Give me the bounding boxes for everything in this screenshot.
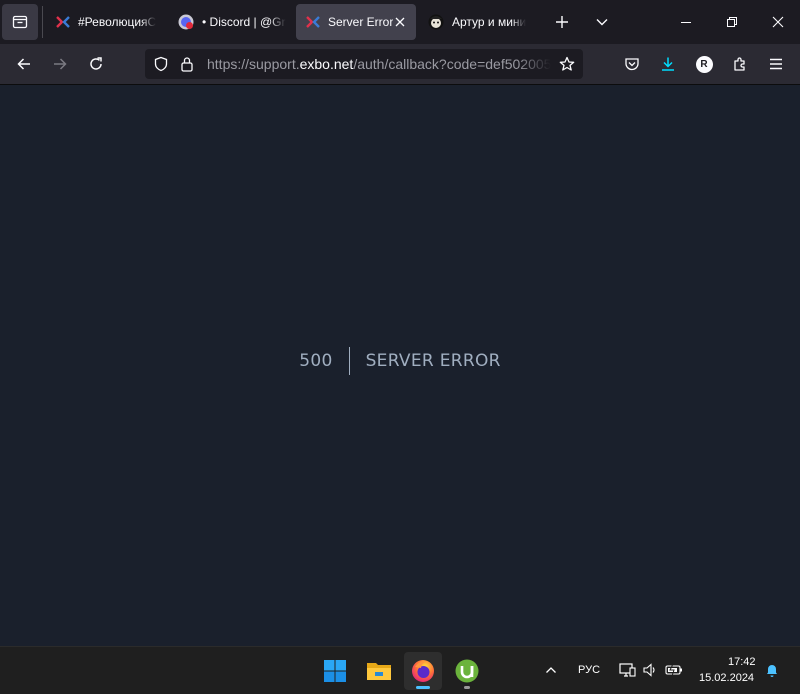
forward-button[interactable] xyxy=(44,49,76,79)
clock-date[interactable]: 15.02.2024 xyxy=(699,672,754,684)
close-icon xyxy=(772,16,784,28)
url-path: /auth/callback?code=def502005 xyxy=(353,56,551,72)
close-window-button[interactable] xyxy=(760,6,796,38)
close-icon xyxy=(395,17,405,27)
hamburger-icon xyxy=(770,58,782,70)
menu-button[interactable] xyxy=(762,50,790,78)
firefox-view-button[interactable] xyxy=(2,4,38,40)
profile-avatar: R xyxy=(695,55,713,73)
avatar-icon xyxy=(428,14,444,30)
speaker-icon xyxy=(643,663,655,677)
profile-initial: R xyxy=(700,58,708,70)
exbo-logo-icon xyxy=(306,16,320,28)
star-icon xyxy=(559,56,575,71)
url-host: exbo.net xyxy=(299,56,354,72)
minimize-button[interactable] xyxy=(668,6,704,38)
utorrent-icon xyxy=(455,659,479,683)
lock-icon xyxy=(181,57,193,72)
windows-logo-icon xyxy=(324,660,346,682)
exbo-logo-icon xyxy=(56,16,70,28)
tab-title: Артур и мини xyxy=(452,15,527,29)
running-indicator xyxy=(464,686,470,689)
tab-title: Server Error xyxy=(328,15,394,29)
chevron-up-icon xyxy=(546,667,556,673)
reload-icon xyxy=(90,57,102,70)
show-hidden-icons-button[interactable] xyxy=(540,659,562,681)
clock-time[interactable]: 17:42 xyxy=(728,656,756,668)
reload-button[interactable] xyxy=(80,49,112,79)
firefox-taskbar-button[interactable] xyxy=(404,652,442,690)
folder-icon xyxy=(367,663,391,680)
tab-discord[interactable]: • Discord | @Gr xyxy=(168,4,290,40)
error-text: Server Error xyxy=(365,351,501,371)
network-icon xyxy=(619,663,636,677)
minimize-icon xyxy=(681,22,691,23)
start-button[interactable] xyxy=(316,652,354,690)
shield-icon xyxy=(154,56,168,72)
tab-separator xyxy=(42,6,43,38)
address-bar[interactable]: https://support.exbo.net/auth/callback?c… xyxy=(145,49,583,79)
utorrent-button[interactable] xyxy=(448,652,486,690)
bell-icon xyxy=(767,665,777,677)
tracking-protection-button[interactable] xyxy=(151,54,171,74)
firefox-icon xyxy=(412,660,434,682)
navigation-bar: https://support.exbo.net/auth/callback?c… xyxy=(0,44,800,85)
list-all-tabs-button[interactable] xyxy=(588,8,616,36)
new-tab-button[interactable] xyxy=(548,8,576,36)
tab-title: #РеволюцияС xyxy=(78,15,157,29)
active-indicator xyxy=(416,686,430,689)
url-prefix: https://support. xyxy=(207,56,300,72)
notifications-button[interactable] xyxy=(762,660,782,680)
download-icon xyxy=(662,57,674,71)
pocket-icon xyxy=(625,58,639,71)
downloads-button[interactable] xyxy=(654,50,682,78)
tab-close-button[interactable] xyxy=(390,12,410,32)
error-code: 500 xyxy=(299,347,350,375)
tab-revolution[interactable]: #РеволюцияС xyxy=(46,4,166,40)
tab-bar: #РеволюцияС • Discord | @Gr Server Error… xyxy=(0,0,800,44)
firefox-view-icon xyxy=(12,15,28,29)
taskbar: РУС 17:42 15.02.2024 xyxy=(0,646,800,694)
puzzle-icon xyxy=(734,57,745,71)
restore-button[interactable] xyxy=(714,6,750,38)
extensions-button[interactable] xyxy=(726,50,754,78)
bookmark-button[interactable] xyxy=(557,54,577,74)
tab-server-error[interactable]: Server Error xyxy=(296,4,416,40)
network-button[interactable] xyxy=(616,659,638,681)
site-info-button[interactable] xyxy=(177,54,197,74)
tab-title: • Discord | @Gr xyxy=(202,15,286,29)
restore-icon xyxy=(727,17,737,27)
battery-button[interactable] xyxy=(663,659,685,681)
file-explorer-button[interactable] xyxy=(360,652,398,690)
url-text[interactable]: https://support.exbo.net/auth/callback?c… xyxy=(207,56,551,72)
arrow-right-icon xyxy=(54,58,67,70)
chevron-down-icon xyxy=(596,19,608,26)
tab-arthur[interactable]: Артур и мини xyxy=(418,4,538,40)
discord-avatar-icon xyxy=(178,14,194,30)
error-message: 500 Server Error xyxy=(0,347,800,375)
back-button[interactable] xyxy=(8,49,40,79)
page-content: 500 Server Error xyxy=(0,85,800,646)
account-button[interactable]: R xyxy=(690,50,718,78)
arrow-left-icon xyxy=(17,58,30,70)
plus-icon xyxy=(556,16,568,28)
volume-button[interactable] xyxy=(639,659,661,681)
battery-icon xyxy=(665,663,682,677)
pocket-button[interactable] xyxy=(618,50,646,78)
language-indicator[interactable]: РУС xyxy=(578,664,600,676)
